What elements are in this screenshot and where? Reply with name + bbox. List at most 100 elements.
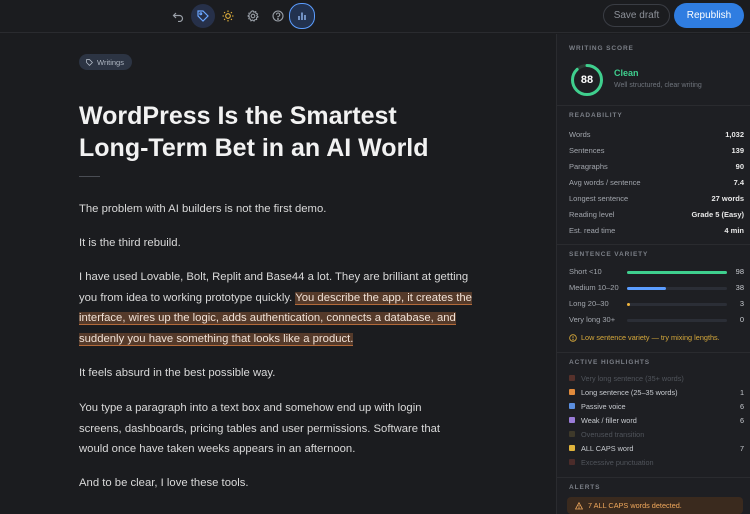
- score-value: 88: [580, 74, 594, 86]
- variety-count: 3: [739, 299, 744, 308]
- stat-label: Avg words / sentence: [569, 177, 641, 187]
- highlight-toggle[interactable]: Overused transition: [569, 427, 744, 441]
- highlight-count: 6: [739, 415, 744, 425]
- active-highlights-heading: ACTIVE HIGHLIGHTS: [569, 359, 651, 366]
- gear-icon[interactable]: [241, 4, 265, 28]
- stat-row: Est. read time 4 min: [569, 222, 744, 238]
- highlight-toggle[interactable]: Excessive punctuation: [569, 455, 744, 469]
- paragraph[interactable]: And to be clear, I love these tools.: [79, 473, 479, 494]
- highlight-toggle[interactable]: Long sentence (25–35 words) 1: [569, 385, 744, 399]
- undo-icon[interactable]: [166, 4, 190, 28]
- stat-value: 1,032: [725, 129, 744, 139]
- writing-score-heading: WRITING SCORE: [569, 45, 634, 52]
- stat-label: Reading level: [569, 209, 615, 219]
- stat-value: 27 words: [711, 193, 744, 203]
- variety-label: Medium 10–20: [569, 283, 619, 292]
- stat-value: 90: [735, 161, 744, 171]
- variety-row: Long 20–30 3: [569, 296, 744, 312]
- divider: [557, 244, 750, 245]
- variety-row: Very long 30+ 0: [569, 312, 744, 328]
- category-tag-label: Writings: [97, 57, 124, 67]
- highlight-swatch: [569, 375, 575, 381]
- stat-row: Words 1,032: [569, 126, 744, 142]
- post-title[interactable]: WordPress Is the Smartest Long-Term Bet …: [79, 100, 459, 164]
- info-icon: [569, 333, 577, 342]
- highlight-name: Very long sentence (35+ words): [581, 373, 684, 383]
- variety-bar-track: [627, 271, 727, 274]
- variety-bar-track: [627, 287, 727, 290]
- stat-row: Reading level Grade 5 (Easy): [569, 206, 744, 222]
- highlight-name: Overused transition: [581, 429, 645, 439]
- stat-row: Longest sentence 27 words: [569, 190, 744, 206]
- variety-count: 98: [735, 267, 744, 276]
- alert-text: 7 ALL CAPS words detected.: [588, 501, 682, 510]
- variety-warning: Low sentence variety — try mixing length…: [569, 333, 720, 342]
- paragraph[interactable]: The problem with AI builders is not the …: [79, 199, 479, 220]
- tag-icon[interactable]: [191, 4, 215, 28]
- variety-label: Short <10: [569, 267, 602, 276]
- stat-value: 139: [731, 145, 744, 155]
- caps-alert[interactable]: 7 ALL CAPS words detected.: [567, 497, 743, 514]
- stat-label: Words: [569, 129, 591, 139]
- variety-bar-fill: [627, 303, 631, 306]
- highlight-swatch: [569, 389, 575, 395]
- alerts-heading: ALERTS: [569, 484, 601, 491]
- variety-label: Long 20–30: [569, 299, 609, 308]
- republish-button[interactable]: Republish: [674, 3, 744, 28]
- highlight-swatch: [569, 403, 575, 409]
- highlight-toggle[interactable]: Weak / filler word 6: [569, 413, 744, 427]
- stat-label: Sentences: [569, 145, 605, 155]
- divider: [557, 105, 750, 106]
- highlight-count: 1: [739, 387, 744, 397]
- highlight-name: Weak / filler word: [581, 415, 637, 425]
- variety-row: Medium 10–20 38: [569, 280, 744, 296]
- title-divider: [79, 176, 100, 177]
- stats-icon[interactable]: [289, 3, 315, 29]
- variety-bar-track: [627, 319, 727, 322]
- score-description: Well structured, clear writing: [614, 82, 702, 89]
- highlight-name: Passive voice: [581, 401, 626, 411]
- variety-bar-fill: [627, 287, 666, 290]
- variety-count: 38: [735, 283, 744, 292]
- help-icon[interactable]: [266, 4, 290, 28]
- stat-row: Sentences 139: [569, 142, 744, 158]
- highlight-toggle[interactable]: Very long sentence (35+ words): [569, 371, 744, 385]
- tag-icon: [86, 58, 93, 66]
- highlight-toggle[interactable]: Passive voice 6: [569, 399, 744, 413]
- sentence-variety-heading: SENTENCE VARIETY: [569, 251, 649, 258]
- variety-bar-fill: [627, 271, 727, 274]
- highlight-name: Excessive punctuation: [581, 457, 654, 467]
- stat-row: Avg words / sentence 7.4: [569, 174, 744, 190]
- stat-value: 4 min: [724, 225, 744, 235]
- variety-bar-track: [627, 303, 727, 306]
- divider: [557, 477, 750, 478]
- highlight-name: Long sentence (25–35 words): [581, 387, 678, 397]
- highlight-swatch: [569, 445, 575, 451]
- variety-count: 0: [739, 315, 744, 324]
- save-draft-button[interactable]: Save draft: [603, 4, 670, 27]
- stat-value: 7.4: [733, 177, 744, 187]
- highlight-count: 7: [739, 443, 744, 453]
- highlight-swatch: [569, 431, 575, 437]
- top-toolbar: Save draft Republish: [0, 0, 750, 33]
- readability-heading: READABILITY: [569, 112, 623, 119]
- editor-canvas[interactable]: Writings WordPress Is the Smartest Long-…: [0, 34, 556, 514]
- warning-icon: [575, 501, 583, 509]
- stat-label: Est. read time: [569, 225, 616, 235]
- score-label: Clean: [614, 68, 639, 78]
- paragraph[interactable]: It feels absurd in the best possible way…: [79, 363, 479, 384]
- stat-label: Paragraphs: [569, 161, 608, 171]
- variety-warning-text: Low sentence variety — try mixing length…: [581, 333, 720, 342]
- paragraph[interactable]: I have used Lovable, Bolt, Replit and Ba…: [79, 267, 477, 349]
- highlight-count: 6: [739, 401, 744, 411]
- variety-row: Short <10 98: [569, 264, 744, 280]
- paragraph[interactable]: It is the third rebuild.: [79, 233, 479, 254]
- highlight-swatch: [569, 417, 575, 423]
- sun-icon[interactable]: [216, 4, 240, 28]
- variety-label: Very long 30+: [569, 315, 616, 324]
- highlight-toggle[interactable]: ALL CAPS word 7: [569, 441, 744, 455]
- category-tag[interactable]: Writings: [79, 54, 132, 70]
- paragraph[interactable]: You type a paragraph into a text box and…: [79, 398, 465, 460]
- divider: [557, 352, 750, 353]
- stat-value: Grade 5 (Easy): [691, 209, 744, 219]
